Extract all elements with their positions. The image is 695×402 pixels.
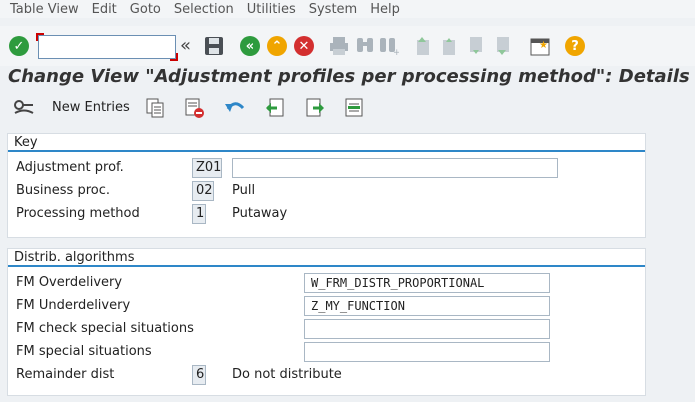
print-icon[interactable] <box>329 36 349 56</box>
distrib-section-header: Distrib. algorithms <box>8 249 645 267</box>
previous-entry-icon[interactable] <box>265 98 285 118</box>
first-page-icon[interactable] <box>414 36 432 56</box>
business-label: Business proc. <box>16 183 111 198</box>
menu-edit[interactable]: Edit <box>92 2 117 17</box>
fm-over-row: FM Overdelivery W_FRM_DISTR_PROPORTIONAL <box>8 273 645 293</box>
display-change-icon[interactable] <box>13 99 35 117</box>
standard-toolbar: ✓ « « ⌃ ✕ + ★ ? <box>0 26 695 66</box>
select-block-icon[interactable] <box>345 98 365 118</box>
fm-special-row: FM special situations <box>8 342 645 362</box>
previous-page-icon[interactable] <box>440 36 458 56</box>
menu-table-view[interactable]: Table View <box>10 2 79 17</box>
key-section-header: Key <box>8 134 645 152</box>
enter-icon[interactable]: ✓ <box>9 36 29 56</box>
business-row: Business proc. 02 Pull <box>8 181 645 201</box>
save-icon[interactable] <box>204 36 224 56</box>
next-entry-icon[interactable] <box>305 98 325 118</box>
adjustment-row: Adjustment prof. Z01 <box>8 158 645 178</box>
remainder-label: Remainder dist <box>16 367 115 382</box>
menu-system[interactable]: System <box>309 2 357 17</box>
application-toolbar: New Entries <box>0 92 695 124</box>
delete-icon[interactable] <box>184 98 204 118</box>
processing-description: Putaway <box>232 206 288 221</box>
svg-text:+: + <box>393 48 399 56</box>
find-next-icon[interactable]: + <box>379 36 399 56</box>
page-title: Change View "Adjustment profiles per pro… <box>8 66 690 87</box>
adjustment-value: Z01 <box>192 158 222 178</box>
processing-value: 1 <box>192 204 206 224</box>
command-input[interactable] <box>39 36 175 58</box>
next-page-icon[interactable] <box>467 36 485 56</box>
collapse-toolbar-icon[interactable]: « <box>180 35 191 56</box>
fm-special-field[interactable] <box>304 342 550 362</box>
business-description: Pull <box>232 183 256 198</box>
new-entries-button[interactable]: New Entries <box>52 100 130 115</box>
menu-bar: Table View Edit Goto Selection Utilities… <box>0 0 695 18</box>
fm-check-row: FM check special situations <box>8 319 645 339</box>
distrib-section: Distrib. algorithms FM Overdelivery W_FR… <box>7 248 646 396</box>
fm-over-label: FM Overdelivery <box>16 275 123 290</box>
copy-icon[interactable] <box>146 98 164 118</box>
fm-under-label: FM Underdelivery <box>16 298 131 313</box>
fm-under-field[interactable]: Z_MY_FUNCTION <box>304 296 550 316</box>
fm-check-label: FM check special situations <box>16 321 194 336</box>
remainder-row: Remainder dist 6 Do not distribute <box>8 365 645 385</box>
processing-row: Processing method 1 Putaway <box>8 204 645 224</box>
create-session-icon[interactable]: ★ <box>530 36 550 56</box>
remainder-value: 6 <box>192 365 206 385</box>
adjustment-label: Adjustment prof. <box>16 160 124 175</box>
business-value: 02 <box>192 181 214 201</box>
fm-over-field[interactable]: W_FRM_DISTR_PROPORTIONAL <box>304 273 550 293</box>
help-icon[interactable]: ? <box>565 36 585 56</box>
fm-special-label: FM special situations <box>16 344 152 359</box>
processing-label: Processing method <box>16 206 140 221</box>
exit-icon[interactable]: ⌃ <box>267 36 287 56</box>
key-section: Key Adjustment prof. Z01 Business proc. … <box>7 133 646 238</box>
svg-text:★: ★ <box>539 40 548 51</box>
fm-check-field[interactable] <box>304 319 550 339</box>
cancel-icon[interactable]: ✕ <box>294 36 314 56</box>
remainder-description: Do not distribute <box>232 367 342 382</box>
find-icon[interactable] <box>355 36 375 56</box>
back-icon[interactable]: « <box>240 36 260 56</box>
undo-icon[interactable] <box>224 99 246 117</box>
adjustment-description-field[interactable] <box>232 158 558 178</box>
menu-utilities[interactable]: Utilities <box>247 2 296 17</box>
command-field[interactable] <box>36 33 178 61</box>
fm-under-row: FM Underdelivery Z_MY_FUNCTION <box>8 296 645 316</box>
menu-selection[interactable]: Selection <box>174 2 234 17</box>
last-page-icon[interactable] <box>494 36 512 56</box>
menu-help[interactable]: Help <box>370 2 400 17</box>
menu-goto[interactable]: Goto <box>130 2 161 17</box>
